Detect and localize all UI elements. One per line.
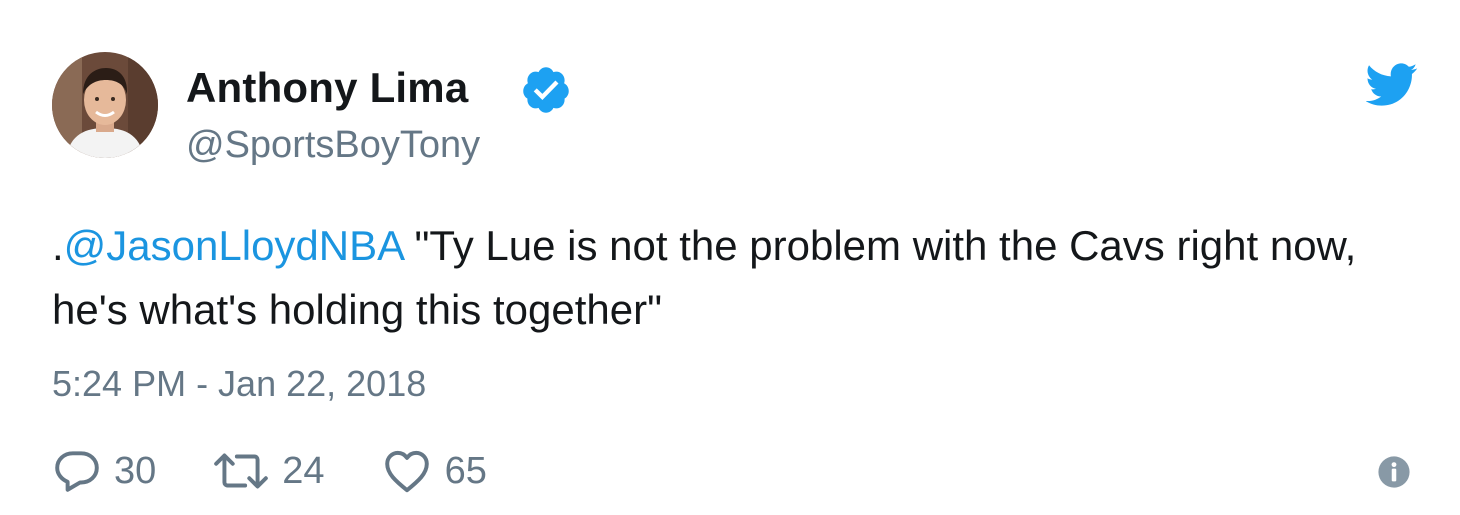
tweet-actions: 30 24 65 <box>52 444 543 498</box>
heart-icon <box>384 450 429 493</box>
tweet-timestamp[interactable]: 5:24 PM - Jan 22, 2018 <box>52 362 426 406</box>
tweet-text: .@JasonLloydNBA "Ty Lue is not the probl… <box>52 214 1412 342</box>
retweet-count: 24 <box>282 449 325 492</box>
info-icon[interactable] <box>1377 455 1411 489</box>
avatar-photo <box>52 52 158 158</box>
like-button[interactable]: 65 <box>381 446 487 496</box>
tweet-text-prefix: . <box>52 222 64 269</box>
author-display-name[interactable]: Anthony Lima <box>186 62 468 114</box>
retweet-icon <box>214 453 269 489</box>
retweet-button[interactable]: 24 <box>212 446 325 496</box>
twitter-bird-icon[interactable] <box>1366 62 1418 108</box>
mention-link[interactable]: @JasonLloydNBA <box>64 222 403 269</box>
avatar[interactable] <box>52 52 158 158</box>
reply-button[interactable]: 30 <box>52 446 156 496</box>
author-handle[interactable]: @SportsBoyTony <box>186 122 480 168</box>
like-count: 65 <box>444 449 487 492</box>
verified-badge-icon <box>523 67 569 113</box>
reply-count: 30 <box>114 449 157 492</box>
reply-icon <box>55 451 99 492</box>
